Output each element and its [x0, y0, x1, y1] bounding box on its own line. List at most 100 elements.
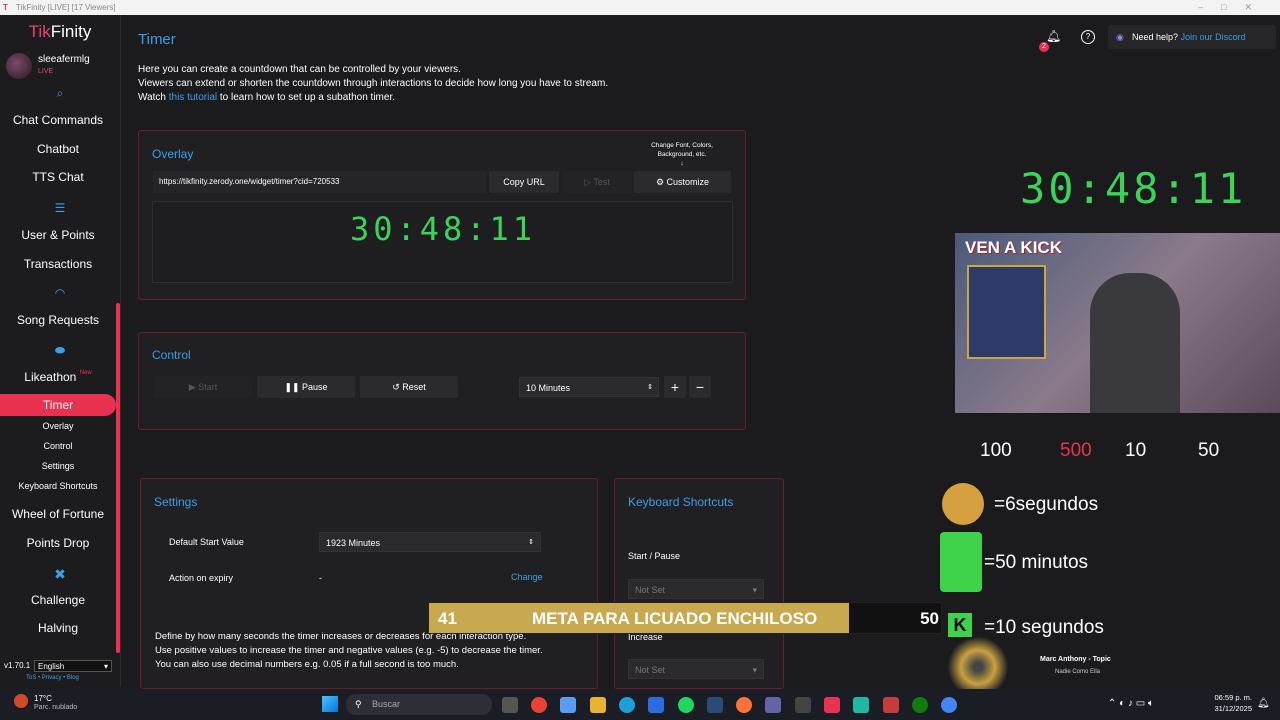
sidebar-item-user-points[interactable]: User & Points: [0, 228, 116, 242]
steam-icon[interactable]: [707, 697, 723, 713]
goal-title: META PARA LICUADO ENCHILOSO: [532, 609, 818, 628]
cam-overlay-text: VEN A KICK: [965, 238, 1062, 257]
xbox-icon[interactable]: [912, 697, 928, 713]
stream-timer: 30:48:11: [1020, 164, 1247, 213]
song-title: Marc Anthony - Topic: [1040, 656, 1111, 663]
search-icon: ⚲: [355, 699, 362, 709]
sidebar-item-likeathon[interactable]: Likeathon New: [0, 370, 116, 384]
clock-date: 31/12/2025: [1214, 704, 1252, 713]
default-start-label: Default Start Value: [169, 537, 244, 547]
sidebar-item-points-drop[interactable]: Points Drop: [0, 536, 116, 550]
language-row: v1.70.1 English ▾ ToS • Privacy • Blog: [0, 659, 120, 687]
firefox-icon[interactable]: [736, 697, 752, 713]
list-icon: ☰: [54, 201, 66, 215]
customize-button[interactable]: ⚙ Customize: [634, 171, 731, 193]
sidebar-scrollbar[interactable]: [116, 303, 120, 653]
goal-current: 41: [438, 609, 457, 628]
test-button[interactable]: ▷ Test: [562, 171, 632, 193]
teams-icon[interactable]: [765, 697, 781, 713]
sidebar-item-transactions[interactable]: Transactions: [0, 257, 116, 271]
rate-sub: =50 minutos: [984, 552, 1089, 573]
subtract-time-button[interactable]: −: [689, 376, 711, 398]
username: sleeafermlg: [38, 54, 90, 65]
chrome-profile-icon[interactable]: [941, 697, 957, 713]
avatar: [6, 53, 32, 79]
edge-icon[interactable]: [619, 697, 635, 713]
donation-50: 50: [1198, 440, 1220, 461]
sidebar-item-halving[interactable]: Halving: [0, 621, 116, 635]
window-titlebar: T TikFinity [LIVE] [17 Viewers] –□✕: [0, 0, 1280, 15]
user-profile[interactable]: sleeafermlg LIVE: [4, 51, 116, 79]
tiktok-icon[interactable]: [824, 697, 840, 713]
overlay-title: Overlay: [152, 147, 194, 161]
sidebar-item-song-requests[interactable]: Song Requests: [0, 313, 116, 327]
footer-links[interactable]: ToS • Privacy • Blog: [26, 675, 79, 681]
app-icon-teal[interactable]: [853, 697, 869, 713]
increase-shortcut[interactable]: Not Set ▾: [628, 659, 764, 679]
tray-icons[interactable]: ⌃ ◐ ♪ ▭ 🔈︎: [1108, 698, 1154, 709]
tutorial-link[interactable]: this tutorial: [169, 92, 217, 103]
streamer-image: [1090, 273, 1180, 413]
webcam-feed: VEN A KICK: [955, 233, 1280, 413]
gamepad-icon: ⬬: [54, 343, 66, 357]
sidebar-item-tts-chat[interactable]: TTS Chat: [0, 170, 116, 184]
sidebar-sub-settings[interactable]: Settings: [0, 461, 116, 471]
notification-icon[interactable]: 🔔︎: [1257, 698, 1270, 709]
version-label: v1.70.1: [4, 661, 31, 670]
start-pause-shortcut[interactable]: Not Set ▾: [628, 579, 764, 599]
spotify-icon[interactable]: [678, 697, 694, 713]
control-title: Control: [152, 348, 191, 362]
window-title: TikFinity [LIVE] [17 Viewers]: [16, 3, 116, 12]
page-description: Here you can create a countdown that can…: [138, 64, 609, 103]
sidebar-item-challenge[interactable]: Challenge: [0, 593, 116, 607]
reset-button[interactable]: ↺ Reset: [360, 376, 458, 398]
default-start-input[interactable]: 1923 Minutes ⇕: [319, 532, 541, 552]
chat-icon: ⌕: [56, 86, 64, 100]
settings-card: Settings Default Start Value 1923 Minute…: [140, 478, 598, 689]
settings-description: Define by how many seconds the timer inc…: [155, 631, 543, 670]
tikfinity-icon[interactable]: [883, 697, 899, 713]
chrome-icon[interactable]: [531, 697, 547, 713]
copy-url-button[interactable]: Copy URL: [489, 171, 559, 193]
mail-icon[interactable]: [648, 697, 664, 713]
song-subtitle: Nadie Como Ella: [1055, 669, 1101, 675]
language-select[interactable]: English ▾: [34, 660, 112, 672]
brand-logo: TikFinity: [28, 22, 92, 41]
sidebar-item-chatbot[interactable]: Chatbot: [0, 142, 116, 156]
page-title: Timer: [138, 31, 176, 48]
stream-overlay: 30:48:11 VEN A KICK 100 500 10 50 =6segu…: [940, 15, 1280, 697]
preview-time: 30:48:11: [349, 210, 537, 248]
time-amount-select[interactable]: 10 Minutes ⇕: [519, 377, 659, 397]
shortcuts-card: Keyboard Shortcuts Start / Pause Not Set…: [614, 478, 784, 689]
file-explorer-icon[interactable]: [590, 697, 606, 713]
taskbar-search[interactable]: ⚲ Buscar: [346, 694, 492, 715]
windows-start-icon[interactable]: [322, 696, 338, 712]
shortcuts-title: Keyboard Shortcuts: [628, 495, 734, 509]
donation-10: 10: [1125, 440, 1147, 461]
challenge-icon: ✖: [54, 566, 66, 582]
sidebar-item-wheel-of-fortune[interactable]: Wheel of Fortune: [0, 507, 116, 521]
card-image: [967, 265, 1046, 359]
overlay-url-field[interactable]: https://tikfinity.zerody.one/widget/time…: [153, 171, 486, 193]
window-controls[interactable]: –□✕: [1198, 0, 1270, 15]
donation-500: 500: [1060, 440, 1092, 461]
sidebar-sub-overlay[interactable]: Overlay: [0, 421, 116, 431]
sidebar-item-timer[interactable]: Timer: [0, 394, 116, 416]
add-time-button[interactable]: +: [664, 376, 686, 398]
copilot-icon[interactable]: [560, 697, 576, 713]
change-link[interactable]: Change: [511, 572, 543, 582]
coin-icon: [942, 483, 984, 525]
new-badge: New: [79, 370, 92, 376]
control-card: Control ▶ Start ❚❚ Pause ↺ Reset 10 Minu…: [138, 332, 746, 430]
sidebar-item-chat-commands[interactable]: Chat Commands: [0, 113, 116, 127]
clock-time: 06:59 p. m.: [1214, 693, 1252, 702]
sidebar-sub-control[interactable]: Control: [0, 441, 116, 451]
pause-button[interactable]: ❚❚ Pause: [257, 376, 355, 398]
goal-bar: 41 META PARA LICUADO ENCHILOSO 50: [428, 602, 942, 634]
start-pause-label: Start / Pause: [628, 551, 681, 561]
goal-target: 50: [920, 609, 939, 628]
controller-icon[interactable]: [795, 697, 811, 713]
start-button[interactable]: ▶ Start: [154, 376, 252, 398]
sidebar-sub-keyboard-shortcuts[interactable]: Keyboard Shortcuts: [0, 481, 116, 491]
task-view-icon[interactable]: [502, 697, 518, 713]
